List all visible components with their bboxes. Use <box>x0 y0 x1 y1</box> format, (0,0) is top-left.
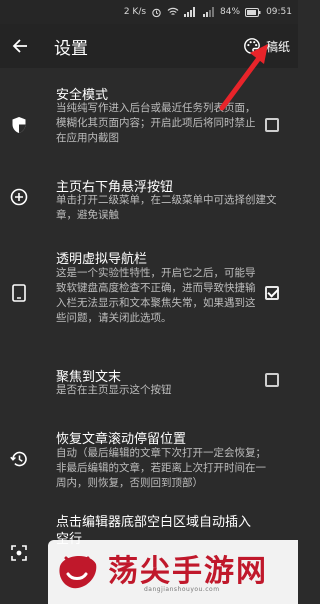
setting-safe-mode[interactable]: 安全模式 当纯纯写作进入后台或最近任务列表页面，模糊化其页面内容；开启此项后将同… <box>0 80 298 162</box>
tablet-icon <box>8 282 30 304</box>
setting-description: 这是一个实验性特性，开启它之后，可能导致软键盘高度检查不正确，进而导致快捷输入栏… <box>56 267 256 324</box>
add-circle-icon <box>8 186 30 208</box>
status-time: 09:51 <box>266 7 292 17</box>
setting-description: 自动（最后编辑的文章下次打开一定会恢复；非最后编辑的文章，若距离上次打开时间在一… <box>56 447 266 489</box>
watermark-text: 荡尖手游网 <box>108 554 268 589</box>
setting-title: 恢复文章滚动停留位置 <box>56 432 187 447</box>
setting-description: 当纯纯写作进入后台或最近任务列表页面，模糊化其页面内容；开启此项后将同时禁止在应… <box>56 102 256 144</box>
shield-icon <box>8 114 30 136</box>
setting-floating-button[interactable]: 主页右下角悬浮按钮 单击打开二级菜单，在二级菜单中可选择创建文章，避免误触 <box>0 172 298 222</box>
palette-icon <box>244 38 260 54</box>
signal-icon <box>184 7 198 17</box>
theme-label: 稿纸 <box>265 39 290 54</box>
setting-restore-scroll[interactable]: 恢复文章滚动停留位置 自动（最后编辑的文章下次打开一定会恢复；非最后编辑的文章，… <box>0 424 298 500</box>
transparent-nav-checkbox[interactable] <box>265 286 279 300</box>
arrow-back-icon <box>12 39 27 53</box>
safe-mode-checkbox[interactable] <box>265 118 279 132</box>
setting-description: 是否在主页显示这个按钮 <box>56 384 172 396</box>
battery-percent: 84% <box>220 7 241 17</box>
signal-icon-2 <box>203 7 215 17</box>
setting-title: 透明虚拟导航栏 <box>56 252 148 267</box>
watermark-logo <box>59 555 97 589</box>
history-icon <box>8 448 30 470</box>
page-title: 设置 <box>54 38 88 59</box>
back-button[interactable] <box>0 24 40 68</box>
setting-transparent-nav[interactable]: 透明虚拟导航栏 这是一个实验性特性，开启它之后，可能导致软键盘高度检查不正确，进… <box>0 248 298 348</box>
setting-focus-to-end[interactable]: 聚焦到文末 是否在主页显示这个按钮 <box>0 362 298 406</box>
network-speed: 2 K/s <box>123 7 147 17</box>
theme-button[interactable]: 稿纸 <box>239 24 294 68</box>
focus-icon <box>8 542 30 564</box>
setting-description: 单击打开二级菜单，在二级菜单中可选择创建文章，避免误触 <box>56 194 277 221</box>
focus-to-end-checkbox[interactable] <box>265 373 279 387</box>
status-bar: 2 K/s 84% 09:51 <box>0 0 298 24</box>
app-bar: 设置 稿纸 <box>0 24 298 68</box>
alarm-icon <box>151 7 162 18</box>
watermark-url: dangjianshouyou.com <box>144 586 220 593</box>
battery-icon <box>245 7 261 17</box>
watermark: 荡尖手游网 dangjianshouyou.com <box>48 540 298 604</box>
wifi-icon <box>167 7 179 17</box>
